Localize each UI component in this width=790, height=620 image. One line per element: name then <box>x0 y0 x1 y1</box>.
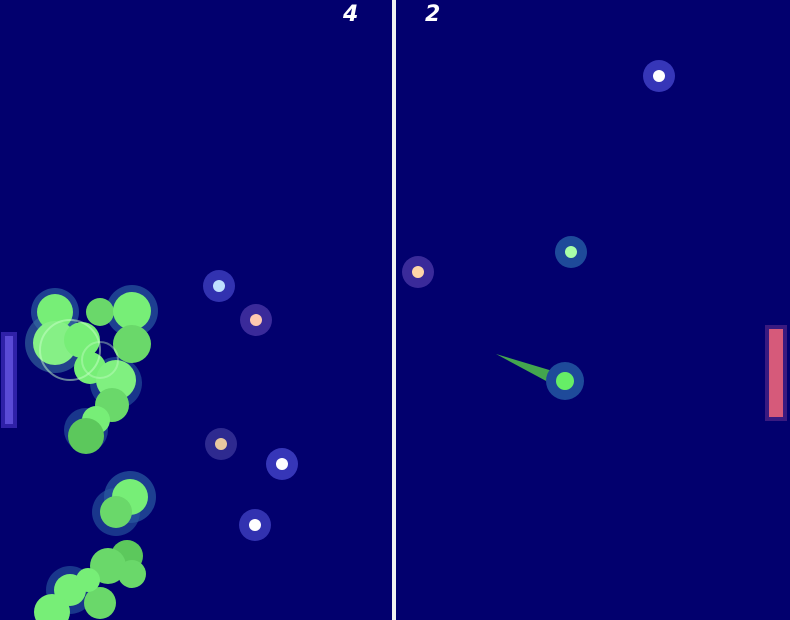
left-paddle <box>1 332 17 428</box>
powerup-tan <box>205 428 237 460</box>
powerup-peach <box>240 304 272 336</box>
ball <box>496 354 584 400</box>
powerup-white <box>239 509 271 541</box>
powerup-blue <box>203 270 235 302</box>
powerup-peach <box>402 256 434 288</box>
powerup-white <box>266 448 298 480</box>
powerup-white <box>643 60 675 92</box>
green-particle-cluster <box>25 285 158 620</box>
effects-layer <box>25 60 675 620</box>
powerup-green <box>555 236 587 268</box>
game-canvas[interactable]: 4 2 <box>0 0 790 620</box>
right-paddle <box>765 325 787 421</box>
